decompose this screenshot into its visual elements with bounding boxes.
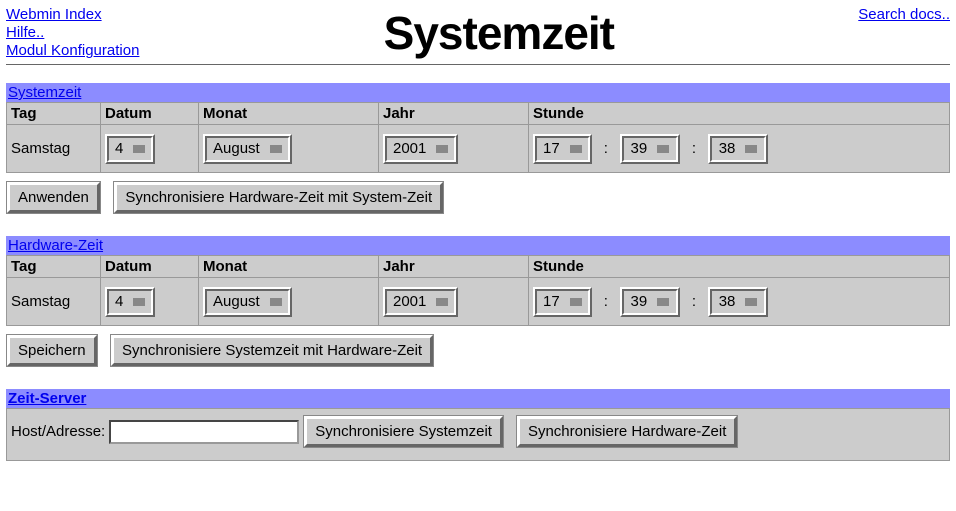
apply-system-time-button[interactable]: Anwenden xyxy=(7,182,100,213)
hardware-time-title-link[interactable]: Hardware-Zeit xyxy=(8,237,103,254)
sync-sys-with-hw-button[interactable]: Synchronisiere Systemzeit mit Hardware-Z… xyxy=(111,335,433,366)
th-year: Jahr xyxy=(379,256,529,278)
th-date: Datum xyxy=(101,256,199,278)
system-year-value: 2001 xyxy=(393,140,426,157)
hardware-minute-value: 39 xyxy=(631,293,648,310)
th-hour: Stunde xyxy=(529,256,950,278)
system-date-select[interactable]: 4 xyxy=(107,136,153,162)
dropdown-icon xyxy=(436,298,448,306)
host-address-label: Host/Adresse: xyxy=(11,423,105,440)
system-day-cell: Samstag xyxy=(7,125,101,173)
dropdown-icon xyxy=(745,145,757,153)
th-day: Tag xyxy=(7,256,101,278)
system-time-title-bar: Systemzeit xyxy=(6,83,950,102)
hardware-date-select[interactable]: 4 xyxy=(107,289,153,315)
dropdown-icon xyxy=(270,298,282,306)
header-divider xyxy=(6,64,950,65)
time-separator: : xyxy=(688,293,700,310)
th-month: Monat xyxy=(199,103,379,125)
th-hour: Stunde xyxy=(529,103,950,125)
hardware-minute-select[interactable]: 39 xyxy=(622,289,678,315)
link-module-config[interactable]: Modul Konfiguration xyxy=(6,42,139,60)
hardware-day-cell: Samstag xyxy=(7,278,101,326)
time-server-section: Zeit-Server Host/Adresse: Synchronisiere… xyxy=(6,389,950,461)
dropdown-icon xyxy=(570,298,582,306)
hardware-hour-value: 17 xyxy=(543,293,560,310)
hardware-year-value: 2001 xyxy=(393,293,426,310)
time-separator: : xyxy=(600,293,612,310)
system-minute-value: 39 xyxy=(631,140,648,157)
system-minute-select[interactable]: 39 xyxy=(622,136,678,162)
dropdown-icon xyxy=(745,298,757,306)
time-server-title-link[interactable]: Zeit-Server xyxy=(8,390,86,407)
hardware-second-select[interactable]: 38 xyxy=(710,289,766,315)
time-server-title-bar: Zeit-Server xyxy=(6,389,950,408)
page-header: Webmin Index Hilfe.. Modul Konfiguration… xyxy=(6,6,950,60)
system-time-section: Systemzeit Tag Datum Monat Jahr Stunde S… xyxy=(6,83,950,214)
dropdown-icon xyxy=(270,145,282,153)
system-hour-value: 17 xyxy=(543,140,560,157)
hardware-month-value: August xyxy=(213,293,260,310)
link-search-docs[interactable]: Search docs.. xyxy=(858,6,950,23)
page-title: Systemzeit xyxy=(139,6,858,60)
save-hardware-time-button[interactable]: Speichern xyxy=(7,335,97,366)
system-time-title-link[interactable]: Systemzeit xyxy=(8,84,81,101)
header-center: Systemzeit xyxy=(139,6,858,60)
hardware-time-title-bar: Hardware-Zeit xyxy=(6,236,950,255)
time-separator: : xyxy=(600,140,612,157)
th-date: Datum xyxy=(101,103,199,125)
hardware-date-value: 4 xyxy=(115,293,123,310)
header-links-right: Search docs.. xyxy=(858,6,950,23)
hardware-year-select[interactable]: 2001 xyxy=(385,289,456,315)
sync-system-time-button[interactable]: Synchronisiere Systemzeit xyxy=(304,416,503,447)
header-links-left: Webmin Index Hilfe.. Modul Konfiguration xyxy=(6,6,139,60)
dropdown-icon xyxy=(133,298,145,306)
hardware-time-table: Tag Datum Monat Jahr Stunde Samstag 4 Au… xyxy=(6,255,950,326)
dropdown-icon xyxy=(133,145,145,153)
system-month-select[interactable]: August xyxy=(205,136,290,162)
dropdown-icon xyxy=(657,145,669,153)
host-address-input[interactable] xyxy=(109,420,299,444)
system-hour-select[interactable]: 17 xyxy=(535,136,590,162)
dropdown-icon xyxy=(570,145,582,153)
system-time-table: Tag Datum Monat Jahr Stunde Samstag 4 Au… xyxy=(6,102,950,173)
link-help[interactable]: Hilfe.. xyxy=(6,24,139,42)
system-date-value: 4 xyxy=(115,140,123,157)
hardware-second-value: 38 xyxy=(719,293,736,310)
time-separator: : xyxy=(688,140,700,157)
system-second-select[interactable]: 38 xyxy=(710,136,766,162)
th-year: Jahr xyxy=(379,103,529,125)
system-month-value: August xyxy=(213,140,260,157)
sync-hardware-time-button[interactable]: Synchronisiere Hardware-Zeit xyxy=(517,416,737,447)
hardware-hour-select[interactable]: 17 xyxy=(535,289,590,315)
th-day: Tag xyxy=(7,103,101,125)
hardware-month-select[interactable]: August xyxy=(205,289,290,315)
hardware-time-section: Hardware-Zeit Tag Datum Monat Jahr Stund… xyxy=(6,236,950,367)
link-webmin-index[interactable]: Webmin Index xyxy=(6,6,139,24)
dropdown-icon xyxy=(436,145,448,153)
th-month: Monat xyxy=(199,256,379,278)
sync-hw-with-sys-button[interactable]: Synchronisiere Hardware-Zeit mit System-… xyxy=(114,182,443,213)
dropdown-icon xyxy=(657,298,669,306)
system-year-select[interactable]: 2001 xyxy=(385,136,456,162)
system-second-value: 38 xyxy=(719,140,736,157)
